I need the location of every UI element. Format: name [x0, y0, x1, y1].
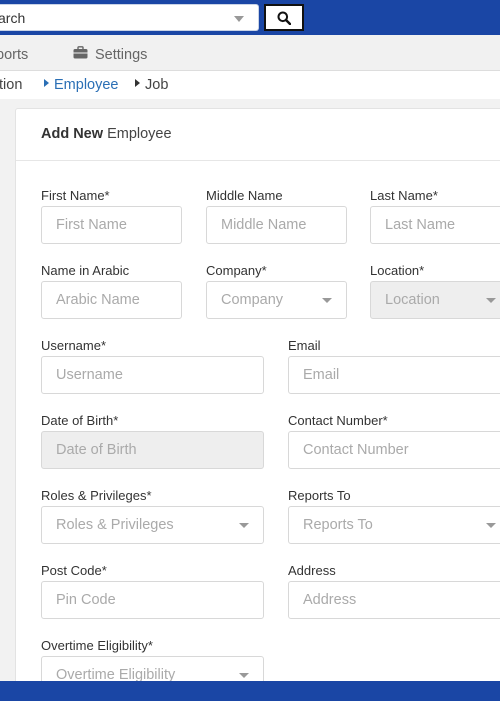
- card-title-bold: Add New: [41, 126, 104, 142]
- arabic-name-placeholder: Arabic Name: [56, 292, 140, 308]
- address-label: Address: [288, 563, 336, 578]
- dob-label: Date of Birth*: [41, 413, 119, 428]
- breadcrumb-prev-label: tion: [0, 77, 23, 93]
- location-select[interactable]: Location: [370, 281, 500, 319]
- breadcrumb-item-employee[interactable]: Employee: [44, 77, 118, 93]
- first-name-label: First Name*: [41, 188, 110, 203]
- reports-to-placeholder: Reports To: [303, 517, 373, 533]
- dob-placeholder: Date of Birth: [56, 442, 137, 458]
- post-code-placeholder: Pin Code: [56, 592, 116, 608]
- middle-name-input[interactable]: Middle Name: [206, 206, 347, 244]
- username-label: Username*: [41, 338, 107, 353]
- company-label: Company*: [206, 263, 267, 278]
- post-code-label: Post Code*: [41, 563, 107, 578]
- contact-label: Contact Number*: [288, 413, 388, 428]
- briefcase-icon: [73, 35, 88, 75]
- roles-placeholder: Roles & Privileges: [56, 517, 174, 533]
- name-arabic-label: Name in Arabic: [41, 263, 130, 278]
- chevron-down-icon: [239, 523, 249, 528]
- nav-item-reports[interactable]: ports: [0, 35, 28, 71]
- username-placeholder: Username: [56, 367, 123, 383]
- email-input[interactable]: Email: [288, 356, 500, 394]
- breadcrumb-job-label: Job: [145, 77, 169, 93]
- chevron-down-icon: [486, 298, 496, 303]
- last-name-placeholder: Last Name: [385, 217, 456, 233]
- company-select[interactable]: Company: [206, 281, 347, 319]
- main-nav: ports Settings: [0, 35, 500, 71]
- card-title-rest: Employee: [107, 126, 172, 142]
- location-placeholder: Location: [385, 292, 440, 308]
- caret-right-icon: [44, 79, 49, 88]
- middle-name-placeholder: Middle Name: [221, 217, 307, 233]
- contact-placeholder: Contact Number: [303, 442, 409, 458]
- search-button[interactable]: [264, 4, 304, 31]
- breadcrumb: tion Employee Job: [0, 71, 500, 99]
- breadcrumb-item-prev[interactable]: tion: [0, 77, 22, 93]
- roles-select[interactable]: Roles & Privileges: [41, 506, 264, 544]
- roles-label: Roles & Privileges*: [41, 488, 152, 503]
- nav-item-settings[interactable]: Settings: [73, 35, 147, 71]
- search-icon: [277, 11, 291, 25]
- nav-item-settings-label: Settings: [95, 47, 148, 63]
- dob-input[interactable]: Date of Birth: [41, 431, 264, 469]
- location-label: Location*: [370, 263, 425, 278]
- caret-right-icon: [135, 79, 140, 88]
- company-placeholder: Company: [221, 292, 284, 308]
- search-input[interactable]: arch: [0, 4, 259, 31]
- chevron-down-icon: [239, 673, 249, 678]
- username-input[interactable]: Username: [41, 356, 264, 394]
- first-name-placeholder: First Name: [56, 217, 127, 233]
- reports-to-select[interactable]: Reports To: [288, 506, 500, 544]
- overtime-label: Overtime Eligibility*: [41, 638, 153, 653]
- nav-item-reports-label: ports: [0, 47, 29, 63]
- contact-number-input[interactable]: Contact Number: [288, 431, 500, 469]
- reports-to-label: Reports To: [288, 488, 351, 503]
- address-input[interactable]: Address: [288, 581, 500, 619]
- last-name-input[interactable]: Last Name: [370, 206, 500, 244]
- address-placeholder: Address: [303, 592, 357, 608]
- bottom-bar: [0, 681, 500, 701]
- top-bar: arch: [0, 0, 500, 35]
- last-name-label: Last Name*: [370, 188, 438, 203]
- breadcrumb-employee-label: Employee: [54, 77, 119, 93]
- email-label: Email: [288, 338, 321, 353]
- card-title: Add New Employee: [16, 109, 500, 161]
- chevron-down-icon[interactable]: [234, 16, 244, 22]
- chevron-down-icon: [322, 298, 332, 303]
- post-code-input[interactable]: Pin Code: [41, 581, 264, 619]
- middle-name-label: Middle Name: [206, 188, 283, 203]
- chevron-down-icon: [486, 523, 496, 528]
- arabic-name-input[interactable]: Arabic Name: [41, 281, 182, 319]
- search-input-value: arch: [0, 10, 26, 26]
- add-employee-card: Add New Employee First Name* First Name …: [15, 108, 500, 698]
- email-placeholder: Email: [303, 367, 340, 383]
- breadcrumb-item-job[interactable]: Job: [135, 77, 168, 93]
- first-name-input[interactable]: First Name: [41, 206, 182, 244]
